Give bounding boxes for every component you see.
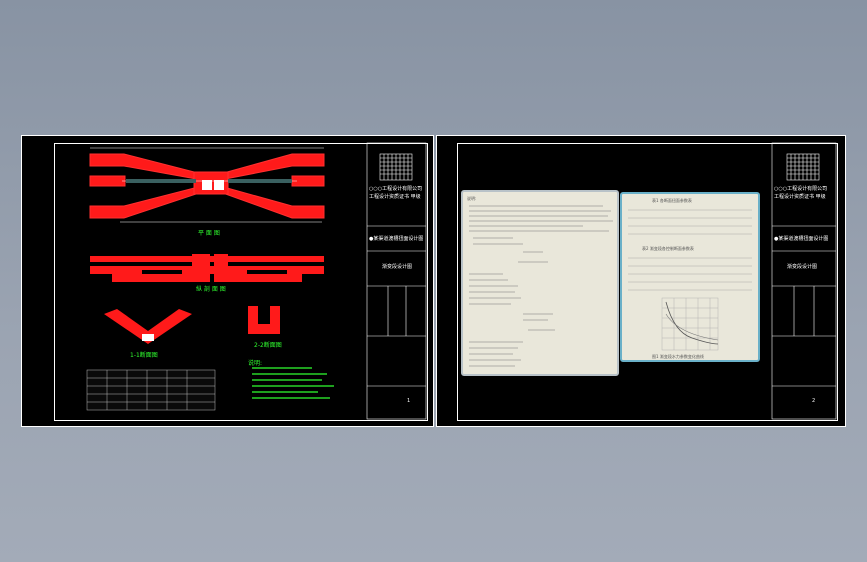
notes-text-lines <box>469 205 613 367</box>
title-block-left <box>366 142 427 420</box>
formula-notes-panel: 说明: <box>461 190 619 376</box>
notes-lines <box>252 367 334 399</box>
company-name-line1: ○○○工程设计有限公司 <box>369 186 423 192</box>
sheet-number-right: 2 <box>812 398 816 404</box>
tables-and-curve <box>628 209 752 351</box>
company-name-line2-right: 工程设计资质证书 甲级 <box>774 194 826 200</box>
sheet-number: 1 <box>407 398 411 404</box>
drawing-title: ●某渠道渡槽扭面设计图 <box>369 236 424 242</box>
drawing-title-right: ●某渠道渡槽扭面设计图 <box>774 236 829 242</box>
notes-title: 说明: <box>248 360 263 367</box>
company-name-line1-right: ○○○工程设计有限公司 <box>774 186 828 192</box>
left-drawing-canvas <box>86 142 427 420</box>
elevation-view <box>90 254 324 282</box>
section-2-2 <box>248 306 280 334</box>
section-1-1-label: 1-1断面图 <box>130 352 158 359</box>
left-drawing-sheet: 平 面 图 纵 剖 面 图 1-1断面图 2-2断面图 说明: ○○○工程设计有… <box>21 135 434 427</box>
section-2-2-label: 2-2断面图 <box>254 342 282 349</box>
dimension-table <box>86 369 216 411</box>
right-drawing-sheet: ○○○工程设计有限公司 工程设计资质证书 甲级 ●某渠道渡槽扭面设计图 渐变段设… <box>436 135 846 427</box>
plan-view-label: 平 面 图 <box>198 230 220 237</box>
title-block-right <box>771 142 837 420</box>
elevation-view-label: 纵 剖 面 图 <box>196 286 226 293</box>
sheet-name-right: 渐变段设计图 <box>787 264 818 270</box>
sheet-name: 渐变段设计图 <box>382 264 413 270</box>
company-name-line2: 工程设计资质证书 甲级 <box>369 194 421 200</box>
tables-chart-panel: 表1 各断面扭面参数表 表2 渐变段各控制断面参数表 图1 渐变段水力参数变化曲… <box>620 192 760 362</box>
